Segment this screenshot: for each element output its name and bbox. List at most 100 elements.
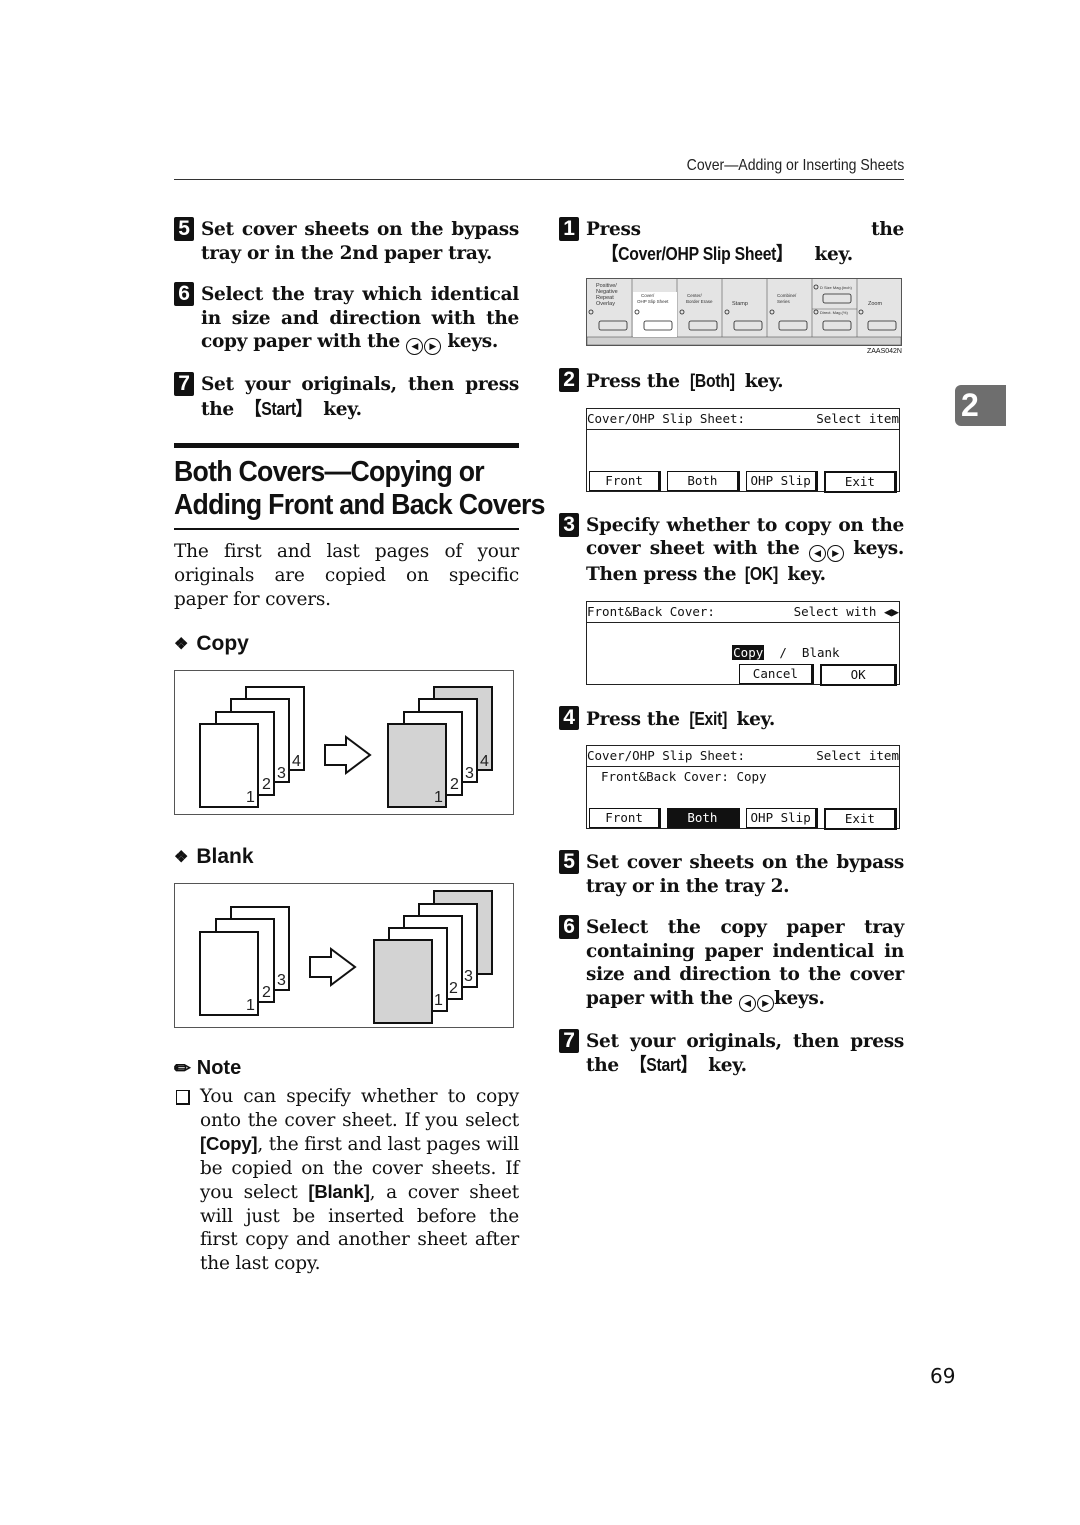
svg-text:Border Erase: Border Erase: [686, 299, 713, 304]
lcd-status: Select with: [793, 603, 877, 619]
diamond-bullet-icon: ❖: [174, 636, 189, 653]
note-heading: ✏ Note: [174, 1057, 242, 1080]
copy-figure: 4 3 2 1 4 3 2 1: [174, 670, 514, 815]
page-label-2: 2: [262, 776, 271, 793]
svg-text:3: 3: [277, 972, 286, 989]
lcd-status: Select item: [816, 410, 899, 426]
svg-text:2: 2: [449, 980, 458, 997]
svg-text:2: 2: [450, 776, 459, 793]
blank-key-label: [Blank]: [308, 1181, 370, 1202]
left-column: 5 Set cover sheets on the bypass tray or…: [174, 217, 545, 1275]
step-2: 2 Press the [Both] key.: [559, 368, 904, 394]
svg-text:1: 1: [434, 992, 443, 1009]
start-key-label: 【Start】: [245, 397, 312, 419]
blank-option[interactable]: Blank: [802, 645, 840, 660]
exit-key-label: [Exit]: [689, 707, 728, 729]
svg-text:2: 2: [262, 984, 271, 1001]
step-number: 6: [559, 915, 579, 939]
arrow-icon: [309, 947, 357, 987]
ok-button[interactable]: OK: [820, 663, 897, 686]
section-rule-top: [174, 443, 519, 448]
ohp-slip-button[interactable]: OHP Slip: [745, 808, 818, 828]
svg-text:Combine/: Combine/: [777, 293, 797, 298]
copy-key-label: [Copy]: [200, 1133, 258, 1154]
svg-text:3: 3: [464, 968, 473, 985]
step-7: 7 Set your originals, then press the 【St…: [559, 1028, 904, 1078]
front-button[interactable]: Front: [589, 808, 662, 828]
svg-text:Center/: Center/: [687, 293, 703, 298]
copy-illustration: 4 3 2 1 4 3 2 1: [199, 686, 493, 808]
lcd-title: Front&Back Cover:: [587, 603, 715, 619]
step-number: 4: [559, 705, 579, 730]
section-rule-bottom: [174, 528, 519, 530]
step-number: 5: [559, 850, 579, 874]
arrow-icon: [324, 735, 372, 775]
start-key-label: 【Start】: [630, 1054, 697, 1075]
section-title: Both Covers—Copying or Adding Front and …: [174, 456, 545, 521]
copy-heading: ❖ Copy: [174, 632, 249, 655]
svg-text:Direct. Mag.(%): Direct. Mag.(%): [820, 310, 848, 315]
step-7: 7 Set your originals, then press the 【St…: [174, 372, 519, 421]
page-label-4: 4: [292, 753, 301, 770]
both-button-selected[interactable]: Both: [667, 808, 740, 828]
lcd-title: Cover/OHP Slip Sheet:: [587, 410, 746, 426]
blank-figure: 3 2 1 3 2 1: [174, 883, 514, 1028]
step-number: 3: [559, 512, 579, 537]
lcd-screen-1: Cover/OHP Slip Sheet: Select item Front …: [586, 407, 900, 493]
chapter-tab: 2: [955, 385, 1006, 426]
svg-text:Series: Series: [777, 299, 791, 304]
svg-text:OHP Slip Sheet: OHP Slip Sheet: [637, 299, 669, 304]
checkbox-bullet-icon: [176, 1090, 190, 1105]
pencil-icon: ✏: [174, 1058, 191, 1080]
svg-text:4: 4: [480, 753, 489, 770]
left-right-arrow-keys-icon: ◀ ▶: [406, 338, 442, 355]
exit-button[interactable]: Exit: [823, 808, 897, 830]
front-cover-shaded: [373, 939, 433, 1024]
blank-heading: ❖ Blank: [174, 845, 254, 868]
lcd-screen-2: Front&Back Cover: Select with ◀▶ Copy / …: [586, 600, 900, 686]
step-number: 1: [559, 217, 579, 241]
lcd-status: Select item: [816, 748, 899, 763]
intro-paragraph: The first and last pages of your origina…: [174, 541, 519, 610]
step-5: 5 Set cover sheets on the bypass tray or…: [559, 850, 904, 898]
front-button[interactable]: Front: [589, 470, 662, 491]
ohp-slip-button[interactable]: OHP Slip: [745, 470, 818, 491]
step-number: 7: [174, 372, 194, 396]
left-right-arrow-keys-icon: ◀ ▶: [738, 994, 774, 1012]
step-number: 2: [559, 368, 579, 392]
ok-key-label: [OK]: [745, 563, 779, 584]
step-4: 4 Press the [Exit] key.: [559, 705, 904, 732]
step-5: 5 Set cover sheets on the bypass tray or…: [174, 217, 519, 265]
svg-text:Zoom: Zoom: [868, 301, 882, 307]
page-label-3: 3: [277, 765, 286, 782]
step-3: 3 Specify whether to copy on the cover s…: [559, 512, 904, 587]
exit-button[interactable]: Exit: [823, 470, 897, 493]
right-column: 1 Press the 【Cover/OHP Slip Sheet】 key. …: [559, 217, 904, 1096]
step-number: 5: [174, 217, 194, 241]
step-1: 1 Press the 【Cover/OHP Slip Sheet】 key.: [559, 217, 904, 266]
lcd-setting-line: Front&Back Cover: Copy: [601, 769, 767, 784]
both-button[interactable]: Both: [667, 470, 740, 491]
blank-illustration: 3 2 1 3 2 1: [199, 890, 493, 1024]
cancel-button[interactable]: Cancel: [738, 663, 815, 684]
cover-ohp-key-label: 【Cover/OHP Slip Sheet】: [602, 242, 792, 264]
step-number: 7: [559, 1028, 579, 1053]
left-right-arrow-keys-icon: ◀ ▶: [808, 545, 844, 562]
note-item: You can specify whether to copy onto the…: [174, 1085, 519, 1275]
svg-text:Stamp: Stamp: [732, 301, 748, 307]
lcd-screen-3: Cover/OHP Slip Sheet: Select item Front&…: [586, 745, 900, 830]
figure-code: ZAAS042N: [866, 348, 902, 355]
running-header: Cover—Adding or Inserting Sheets: [174, 157, 904, 180]
step-number: 6: [174, 282, 194, 306]
page-label-1: 1: [246, 789, 255, 806]
control-panel-illustration: Positive/Negative Repeat Overlay Cover/OHP…: [586, 278, 902, 346]
svg-text:1: 1: [246, 997, 255, 1014]
copy-option[interactable]: Copy: [732, 644, 765, 660]
svg-text:D Size Mag.(inch): D Size Mag.(inch): [820, 285, 852, 290]
control-panel-keys: Positive/NegativeRepeatOverlay Cover/OHP…: [586, 279, 902, 346]
both-key-label: [Both]: [689, 370, 735, 391]
diamond-bullet-icon: ❖: [174, 849, 189, 866]
left-right-arrow-icon: ◀▶: [883, 603, 899, 619]
svg-text:Cover/: Cover/: [641, 293, 655, 298]
step-6: 6 Select the tray which identical in siz…: [174, 282, 519, 355]
